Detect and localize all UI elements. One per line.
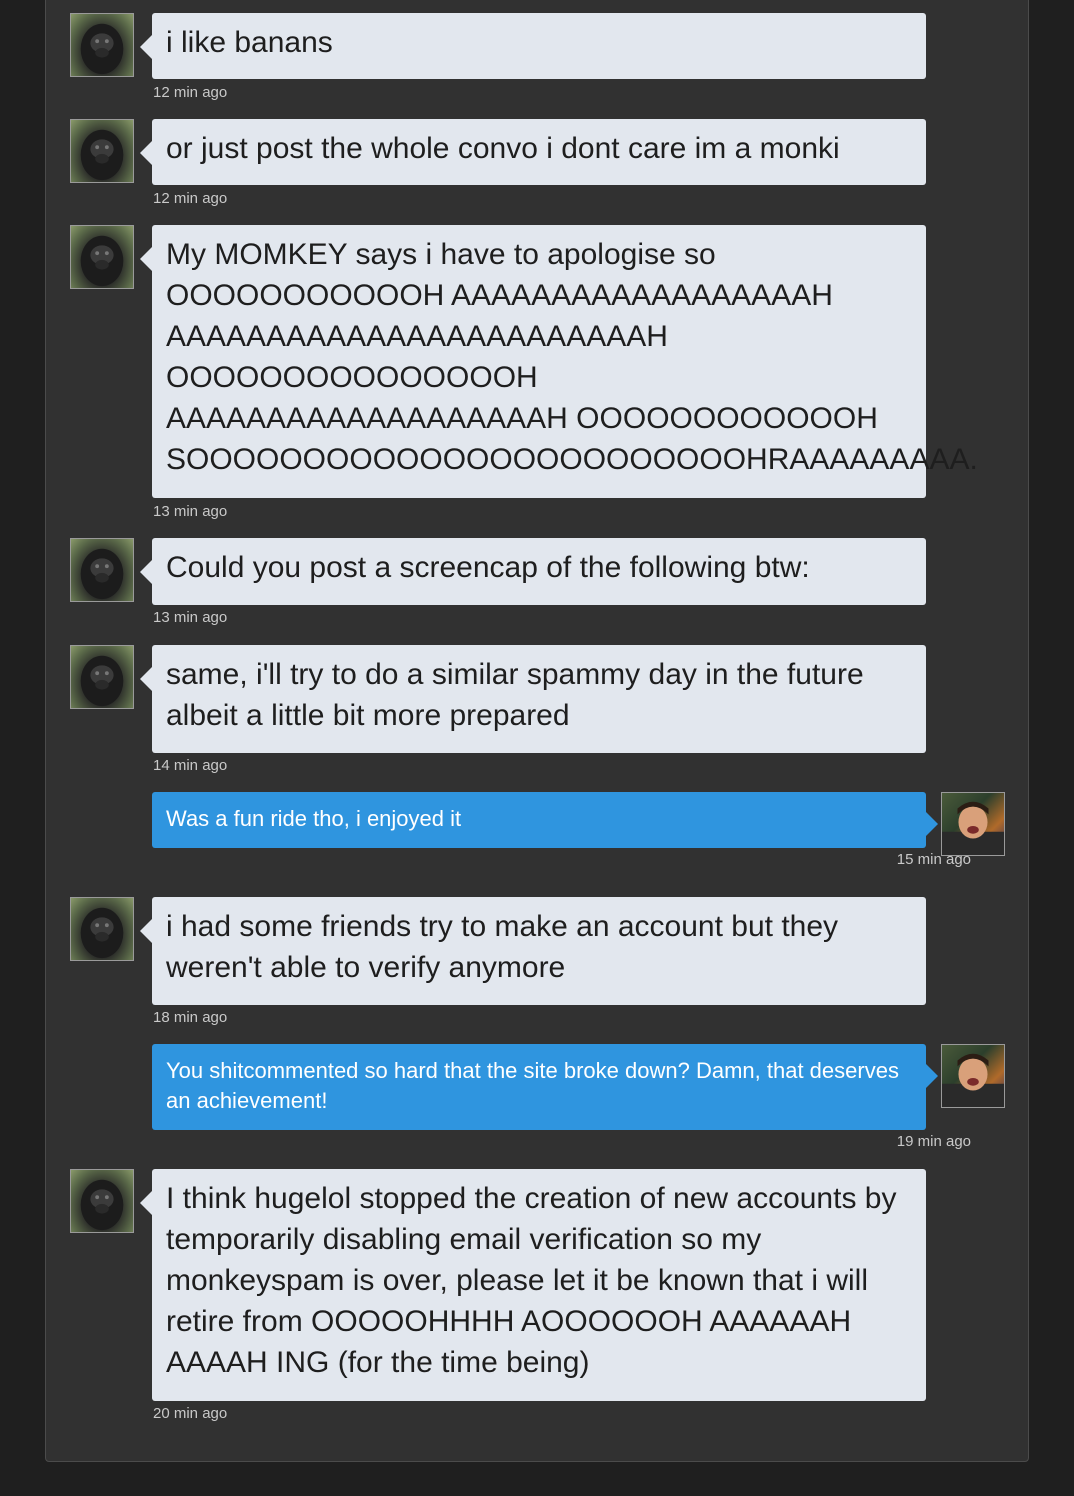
message-timestamp: 12 min ago [153, 190, 228, 207]
message-text-line: SOOOOOOOOOOOOOOOOOOOOOOOOHRAAAAAAAAA. [166, 443, 978, 476]
message-text-line: AAAAAAAAAAAAAAAAAAAH OOOOOOOOOOOOH [166, 402, 878, 435]
message-bubble: i had some friends try to make an accoun… [140, 897, 926, 1005]
message-text: I think hugelol stopped the creation of … [166, 1182, 905, 1379]
message-text: i had some friends try to make an accoun… [166, 910, 847, 984]
message-text: You shitcommented so hard that the site … [166, 1058, 906, 1113]
message-bubble: Was a fun ride tho, i enjoyed it [152, 792, 938, 848]
gorilla-avatar-icon[interactable] [70, 897, 134, 961]
message-bubble: You shitcommented so hard that the site … [152, 1044, 938, 1130]
gorilla-avatar-icon[interactable] [70, 645, 134, 709]
message-bubble: i like banans [140, 13, 926, 79]
message-text: i like banans [166, 26, 333, 59]
message-timestamp: 13 min ago [153, 503, 228, 520]
gorilla-avatar-icon[interactable] [70, 13, 134, 77]
gorilla-avatar-icon[interactable] [70, 538, 134, 602]
message-text: Could you post a screencap of the follow… [166, 551, 810, 584]
user-avatar-icon[interactable] [941, 792, 1005, 856]
conversation-panel: i like banans 12 min ago or just post th… [45, 0, 1029, 1462]
message-timestamp: 12 min ago [153, 84, 228, 101]
message-text-line: OOOOOOOOOOOOOOOH [166, 361, 538, 394]
message-bubble: same, i'll try to do a similar spammy da… [140, 645, 926, 753]
message-bubble: Could you post a screencap of the follow… [140, 538, 926, 605]
message-timestamp: 15 min ago [896, 851, 971, 868]
message-text: Was a fun ride tho, i enjoyed it [166, 806, 462, 831]
gorilla-avatar-icon[interactable] [70, 1169, 134, 1233]
message-timestamp: 14 min ago [153, 757, 228, 774]
user-avatar-icon[interactable] [941, 1044, 1005, 1108]
gorilla-avatar-icon[interactable] [70, 119, 134, 183]
gorilla-avatar-icon[interactable] [70, 225, 134, 289]
message-text-line: My MOMKEY says i have to apologise so [166, 238, 716, 271]
message-timestamp: 18 min ago [153, 1009, 228, 1026]
message-timestamp: 19 min ago [896, 1133, 971, 1150]
message-timestamp: 20 min ago [153, 1405, 228, 1422]
message-text-line: AAAAAAAAAAAAAAAAAAAAAAAAH [166, 320, 668, 353]
message-bubble: My MOMKEY says i have to apologise so OO… [140, 225, 978, 498]
message-bubble: I think hugelol stopped the creation of … [140, 1169, 926, 1401]
message-text: or just post the whole convo i dont care… [166, 132, 840, 165]
message-text-line: OOOOOOOOOOOH AAAAAAAAAAAAAAAAAAH [166, 279, 833, 312]
message-text: same, i'll try to do a similar spammy da… [166, 658, 872, 732]
message-timestamp: 13 min ago [153, 609, 228, 626]
message-bubble: or just post the whole convo i dont care… [140, 119, 926, 185]
